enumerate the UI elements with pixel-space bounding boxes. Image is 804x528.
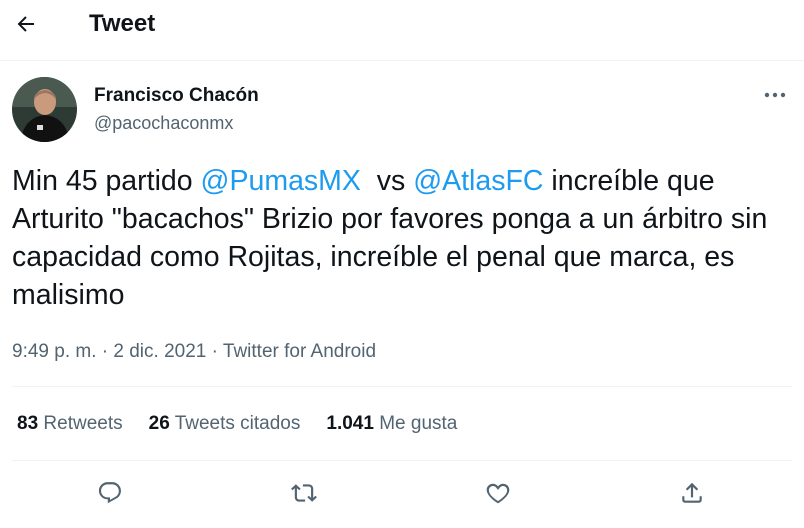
share-icon: [682, 482, 702, 503]
likes-count: 1.041: [326, 413, 374, 434]
tweet-meta: 9:49 p. m. · 2 dic. 2021 · Twitter for A…: [12, 340, 376, 364]
mention-link[interactable]: @PumasMX: [201, 165, 361, 197]
tweet-text-segment: vs: [360, 165, 414, 197]
quotes-stat[interactable]: 26 Tweets citados: [149, 412, 301, 436]
meta-separator: ·: [101, 341, 109, 362]
tweet-source[interactable]: Twitter for Android: [223, 341, 376, 362]
author-name[interactable]: Francisco Chacón: [94, 85, 259, 107]
likes-label: Me gusta: [379, 413, 458, 434]
meta-separator: ·: [211, 341, 218, 362]
more-options-button[interactable]: [757, 80, 793, 110]
mention-link[interactable]: @AtlasFC: [413, 165, 543, 197]
tweet-header: Tweet: [0, 0, 804, 53]
stats-divider: [12, 460, 792, 461]
avatar[interactable]: [12, 77, 77, 142]
retweets-label: Retweets: [43, 413, 123, 434]
tweet-text-segment: Min 45 partido: [12, 165, 201, 197]
tweet-stats: 83 Retweets 26 Tweets citados 1.041 Me g…: [17, 412, 483, 436]
page-title: Tweet: [89, 10, 156, 37]
retweets-stat[interactable]: 83 Retweets: [17, 412, 123, 436]
tweet-time[interactable]: 9:49 p. m.: [12, 341, 97, 362]
reply-button[interactable]: [93, 476, 127, 510]
quotes-count: 26: [148, 413, 170, 434]
retweets-count: 83: [17, 413, 39, 434]
author-handle[interactable]: @pacochaconmx: [94, 112, 233, 134]
retweet-icon: [291, 484, 317, 502]
more-horizontal-icon: [764, 92, 786, 98]
back-button[interactable]: [8, 6, 44, 42]
like-button[interactable]: [481, 476, 515, 510]
tweet-date[interactable]: 2 dic. 2021: [113, 341, 206, 362]
user-avatar: [12, 77, 77, 142]
meta-divider: [12, 386, 792, 387]
tweet-text: Min 45 partido @PumasMX vs @AtlasFC incr…: [12, 162, 792, 314]
share-button[interactable]: [675, 476, 709, 510]
header-divider: [0, 60, 804, 61]
quotes-label: Tweets citados: [174, 413, 301, 434]
reply-icon: [98, 482, 121, 504]
arrow-left-icon: [17, 16, 34, 32]
retweet-button[interactable]: [287, 476, 321, 510]
tweet-actions: [0, 468, 804, 516]
likes-stat[interactable]: 1.041 Me gusta: [326, 412, 457, 436]
heart-icon: [486, 483, 510, 504]
